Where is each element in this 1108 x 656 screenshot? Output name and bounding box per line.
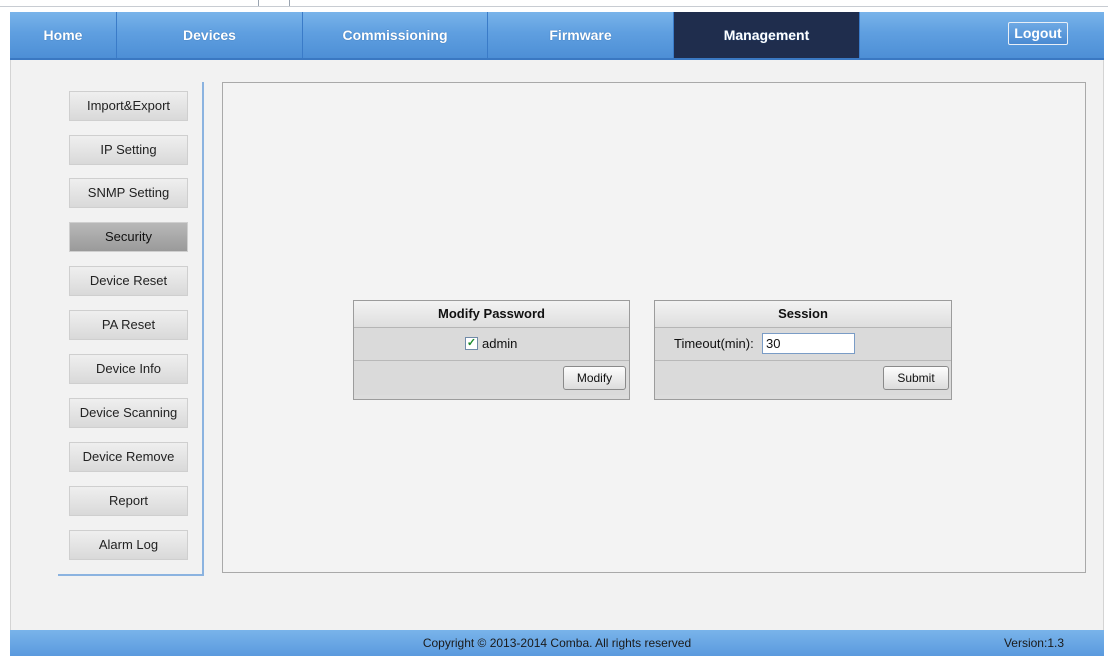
nav-tab-firmware[interactable]: Firmware	[488, 12, 674, 58]
submit-button-row: Submit	[655, 361, 951, 395]
nav-tab-home[interactable]: Home	[10, 12, 117, 58]
modify-password-title: Modify Password	[354, 301, 629, 328]
sidebar-item-device-info[interactable]: Device Info	[69, 354, 188, 384]
timeout-input[interactable]	[762, 333, 855, 354]
admin-checkbox[interactable]: ✓	[465, 337, 478, 350]
admin-user-row: ✓ admin	[354, 328, 629, 361]
footer-bar: Copyright © 2013-2014 Comba. All rights …	[10, 630, 1104, 656]
sidebar-item-report[interactable]: Report	[69, 486, 188, 516]
sidebar-item-pa-reset[interactable]: PA Reset	[69, 310, 188, 340]
main-content-area: Import&Export IP Setting SNMP Setting Se…	[10, 60, 1104, 630]
sidebar-item-device-remove[interactable]: Device Remove	[69, 442, 188, 472]
nav-tab-commissioning[interactable]: Commissioning	[303, 12, 488, 58]
modify-button[interactable]: Modify	[563, 366, 626, 390]
sidebar-item-device-scanning[interactable]: Device Scanning	[69, 398, 188, 428]
version-text: Version:1.3	[1003, 636, 1064, 650]
top-navigation-bar: Home Devices Commissioning Firmware Mana…	[10, 12, 1104, 60]
session-title: Session	[655, 301, 951, 328]
logout-button[interactable]: Logout	[1008, 22, 1068, 45]
sidebar-item-snmp-setting[interactable]: SNMP Setting	[69, 178, 188, 208]
sidebar-item-import-export[interactable]: Import&Export	[69, 91, 188, 121]
sidebar-item-ip-setting[interactable]: IP Setting	[69, 135, 188, 165]
submit-button[interactable]: Submit	[883, 366, 949, 390]
security-panel: Modify Password ✓ admin Modify Session T…	[222, 82, 1086, 573]
sidebar-item-security[interactable]: Security	[69, 222, 188, 252]
sidebar-item-device-reset[interactable]: Device Reset	[69, 266, 188, 296]
admin-label: admin	[482, 336, 518, 351]
modify-button-row: Modify	[354, 361, 629, 395]
top-divider	[0, 6, 1108, 7]
timeout-row: Timeout(min):	[655, 328, 951, 361]
management-sidebar: Import&Export IP Setting SNMP Setting Se…	[58, 82, 204, 576]
session-box: Session Timeout(min): Submit	[654, 300, 952, 400]
browser-top-strip	[0, 0, 1108, 12]
nav-tab-management[interactable]: Management	[674, 12, 860, 58]
timeout-label: Timeout(min):	[674, 336, 754, 351]
nav-tab-devices[interactable]: Devices	[117, 12, 303, 58]
modify-password-box: Modify Password ✓ admin Modify	[353, 300, 630, 400]
sidebar-item-alarm-log[interactable]: Alarm Log	[69, 530, 188, 560]
copyright-text: Copyright © 2013-2014 Comba. All rights …	[422, 636, 692, 650]
